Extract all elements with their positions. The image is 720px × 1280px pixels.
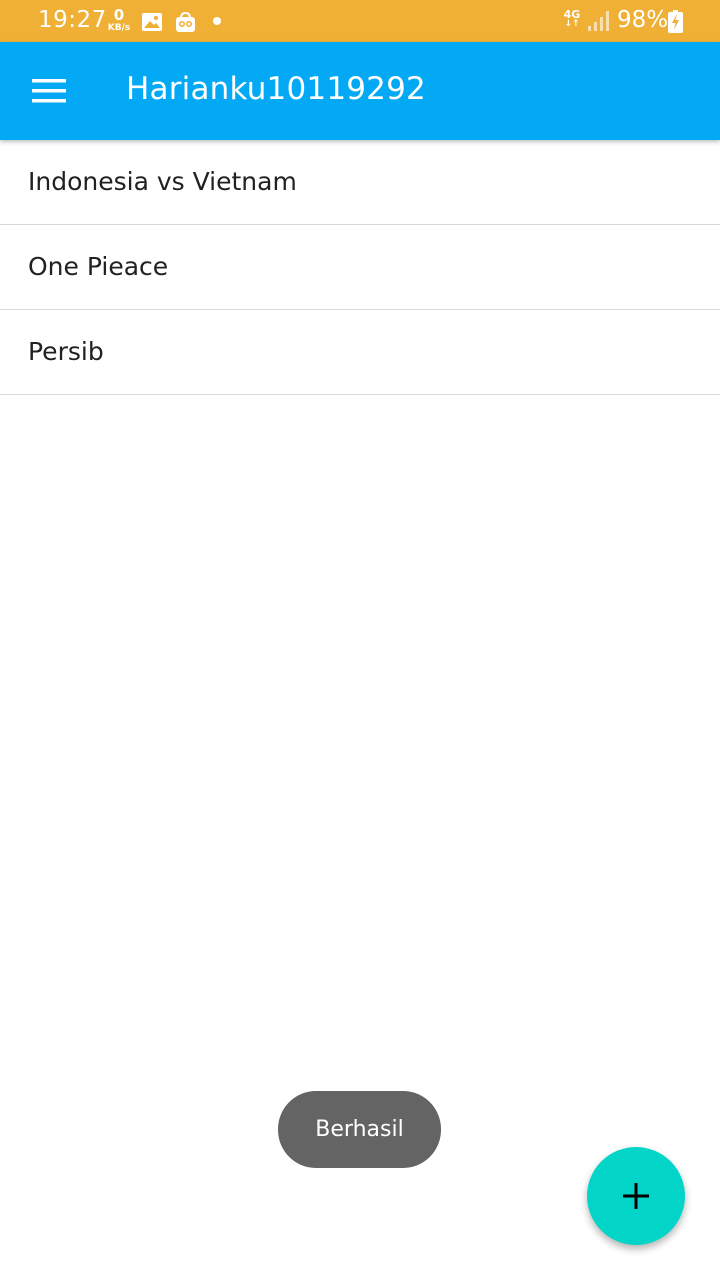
status-time: 19:27 <box>38 7 107 33</box>
network-type: 4G ↓↑ <box>563 9 581 29</box>
add-button[interactable] <box>587 1147 685 1245</box>
menu-button[interactable] <box>21 63 77 119</box>
gallery-icon <box>141 12 163 32</box>
list-item-label: One Pieace <box>28 251 169 281</box>
app-bar: Harianku10119292 <box>0 42 720 140</box>
network-speed-unit: KB/s <box>107 23 131 33</box>
toast-message: Berhasil <box>278 1091 441 1168</box>
page-title: Harianku10119292 <box>126 71 426 107</box>
notes-list: Indonesia vs Vietnam One Pieace Persib <box>0 140 720 395</box>
app-screen: 19:27 0 KB/s 4G ↓↑ 98% Harianku10119292 … <box>0 0 720 1280</box>
list-item-label: Indonesia vs Vietnam <box>28 166 297 196</box>
network-speed-value: 0 <box>113 6 125 24</box>
status-bar: 19:27 0 KB/s 4G ↓↑ 98% <box>0 0 720 42</box>
list-item[interactable]: Persib <box>0 310 720 395</box>
network-speed: 0 KB/s <box>105 8 133 33</box>
list-item-label: Persib <box>28 336 104 366</box>
plus-icon <box>623 1183 649 1209</box>
list-item[interactable]: Indonesia vs Vietnam <box>0 140 720 225</box>
shopping-bag-icon <box>175 11 196 33</box>
list-item[interactable]: One Pieace <box>0 225 720 310</box>
hamburger-menu-icon <box>32 79 66 103</box>
network-arrows-icon: ↓↑ <box>564 19 580 29</box>
signal-icon <box>586 10 610 32</box>
notification-dot-icon <box>213 17 221 25</box>
battery-percent: 98% <box>617 7 669 33</box>
battery-charging-icon <box>668 10 683 33</box>
toast-text: Berhasil <box>315 1117 404 1142</box>
